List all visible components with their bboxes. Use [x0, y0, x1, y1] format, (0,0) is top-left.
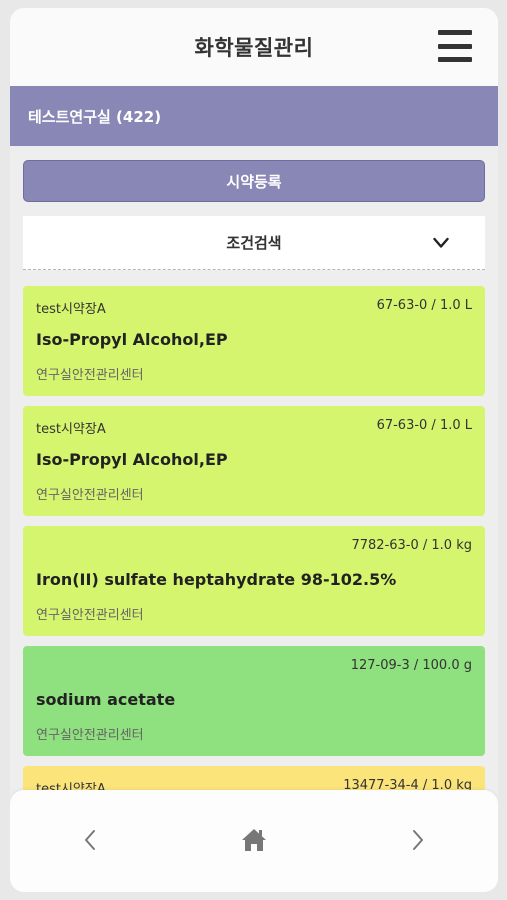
cabinet-label: test시약장A — [36, 302, 106, 317]
menu-bar — [438, 30, 472, 35]
reagent-name: Iron(II) sulfate heptahydrate 98-102.5% — [36, 570, 397, 589]
menu-bar — [438, 43, 472, 49]
chevron-right-icon[interactable] — [398, 820, 438, 860]
reagent-card[interactable]: test시약장A 67-63-0 / 1.0 L Iso-Propyl Alco… — [23, 286, 485, 396]
chevron-left-icon[interactable] — [70, 820, 110, 860]
chevron-left-icon-glyph — [85, 830, 95, 850]
chevron-down-icon — [433, 237, 449, 248]
cas-quantity: 67-63-0 / 1.0 L — [376, 418, 472, 433]
reagent-card[interactable]: 7782-63-0 / 1.0 kg Iron(II) sulfate hept… — [23, 526, 485, 636]
condition-search-toggle[interactable]: 조건검색 — [23, 216, 485, 270]
home-icon-glyph — [242, 829, 266, 851]
reagent-name: Iso-Propyl Alcohol,EP — [36, 450, 228, 469]
department-label: 연구실안전관리센터 — [36, 488, 144, 503]
menu-bar — [438, 57, 472, 62]
reagent-name: Iso-Propyl Alcohol,EP — [36, 330, 228, 349]
reagent-card[interactable]: test시약장A 67-63-0 / 1.0 L Iso-Propyl Alco… — [23, 406, 485, 516]
department-label: 연구실안전관리센터 — [36, 728, 144, 743]
hamburger-menu-icon[interactable] — [438, 30, 472, 62]
condition-search-label: 조건검색 — [226, 234, 282, 252]
chevron-right-icon-glyph — [413, 830, 423, 850]
home-icon[interactable] — [234, 820, 274, 860]
register-reagent-button[interactable]: 시약등록 — [23, 160, 485, 202]
cas-quantity: 127-09-3 / 100.0 g — [350, 658, 472, 673]
app-header: 화학물질관리 — [10, 8, 498, 86]
cabinet-label: test시약장A — [36, 422, 106, 437]
lab-bar: 테스트연구실 (422) — [10, 86, 498, 146]
cas-quantity: 7782-63-0 / 1.0 kg — [351, 538, 472, 553]
lab-label: 테스트연구실 (422) — [28, 107, 162, 126]
department-label: 연구실안전관리센터 — [36, 608, 144, 623]
department-label: 연구실안전관리센터 — [36, 368, 144, 383]
bottom-navigation — [10, 790, 498, 892]
page-title: 화학물질관리 — [194, 36, 314, 60]
reagent-name: sodium acetate — [36, 690, 176, 709]
cas-quantity: 67-63-0 / 1.0 L — [376, 298, 472, 313]
app-frame: 화학물질관리 테스트연구실 (422) 시약등록 조건검색 test시약장A 6… — [10, 8, 498, 892]
reagent-card[interactable]: 127-09-3 / 100.0 g sodium acetate 연구실안전관… — [23, 646, 485, 756]
